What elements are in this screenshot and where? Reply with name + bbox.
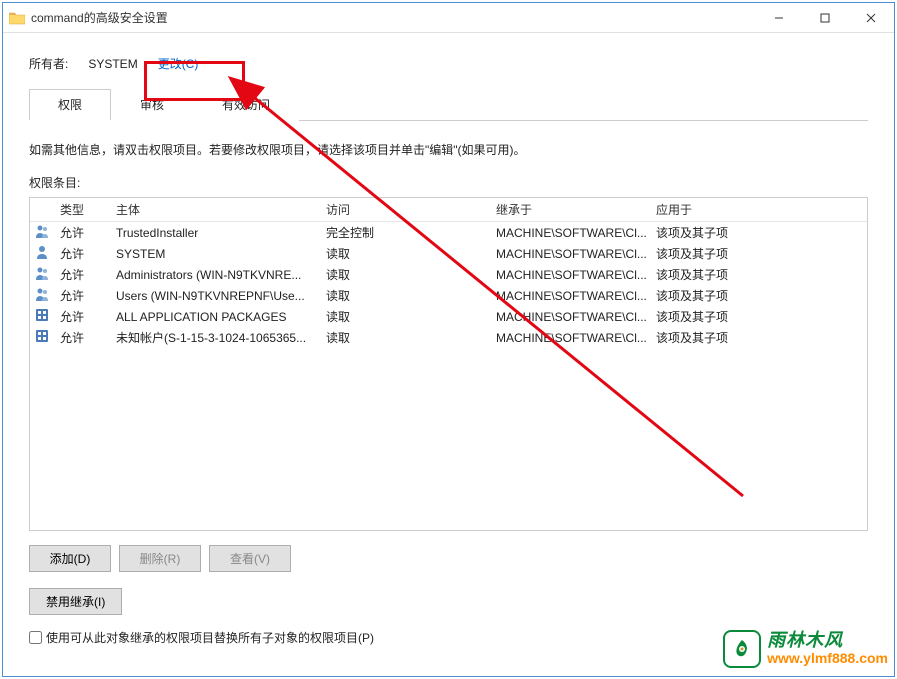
change-owner-link[interactable]: 更改(C) <box>158 55 199 72</box>
principal-icon <box>30 328 54 347</box>
minimize-button[interactable] <box>756 3 802 32</box>
cell-inherited-from: MACHINE\SOFTWARE\Cl... <box>490 310 650 324</box>
view-button[interactable]: 查看(V) <box>209 545 291 572</box>
cell-inherited-from: MACHINE\SOFTWARE\Cl... <box>490 247 650 261</box>
permission-table: 类型 主体 访问 继承于 应用于 允许TrustedInstaller完全控制M… <box>29 197 868 531</box>
replace-children-label: 使用可从此对象继承的权限项目替换所有子对象的权限项目(P) <box>46 629 374 646</box>
col-applies-to[interactable]: 应用于 <box>650 201 810 218</box>
window-controls <box>756 3 894 32</box>
cell-inherited-from: MACHINE\SOFTWARE\Cl... <box>490 331 650 345</box>
cell-inherited-from: MACHINE\SOFTWARE\Cl... <box>490 226 650 240</box>
titlebar: command的高级安全设置 <box>3 3 894 33</box>
info-text: 如需其他信息，请双击权限项目。若要修改权限项目，请选择该项目并单击"编辑"(如果… <box>29 141 868 160</box>
principal-icon <box>30 244 54 263</box>
maximize-button[interactable] <box>802 3 848 32</box>
tab-effective-access[interactable]: 有效访问 <box>193 89 299 121</box>
table-row[interactable]: 允许Users (WIN-N9TKVNREPNF\Use...读取MACHINE… <box>30 285 867 306</box>
remove-button[interactable]: 删除(R) <box>119 545 201 572</box>
principal-icon <box>30 265 54 284</box>
security-settings-window: command的高级安全设置 所有者: SYSTEM 更改(C) 权限 审核 有… <box>2 2 895 677</box>
watermark: 雨林木风 www.ylmf888.com <box>723 630 888 668</box>
principal-icon <box>30 223 54 242</box>
disable-inheritance-button[interactable]: 禁用继承(I) <box>29 588 122 615</box>
col-principal[interactable]: 主体 <box>110 201 320 218</box>
cell-applies-to: 该项及其子项 <box>650 308 810 325</box>
cell-principal: 未知帐户(S-1-15-3-1024-1065365... <box>110 329 320 346</box>
cell-access: 读取 <box>320 308 490 325</box>
table-header: 类型 主体 访问 继承于 应用于 <box>30 198 867 222</box>
watermark-brand: 雨林木风 <box>767 631 888 651</box>
principal-icon <box>30 307 54 326</box>
table-row[interactable]: 允许TrustedInstaller完全控制MACHINE\SOFTWARE\C… <box>30 222 867 243</box>
owner-value: SYSTEM <box>88 57 137 71</box>
cell-applies-to: 该项及其子项 <box>650 224 810 241</box>
window-title: command的高级安全设置 <box>31 9 756 26</box>
tab-auditing[interactable]: 审核 <box>111 89 193 121</box>
cell-principal: ALL APPLICATION PACKAGES <box>110 310 320 324</box>
cell-type: 允许 <box>54 287 110 304</box>
cell-type: 允许 <box>54 266 110 283</box>
table-row[interactable]: 允许ALL APPLICATION PACKAGES读取MACHINE\SOFT… <box>30 306 867 327</box>
tab-permissions[interactable]: 权限 <box>29 89 111 121</box>
col-type[interactable]: 类型 <box>54 201 110 218</box>
table-row[interactable]: 允许SYSTEM读取MACHINE\SOFTWARE\Cl...该项及其子项 <box>30 243 867 264</box>
cell-access: 读取 <box>320 266 490 283</box>
add-button[interactable]: 添加(D) <box>29 545 111 572</box>
principal-icon <box>30 286 54 305</box>
content-area: 所有者: SYSTEM 更改(C) 权限 审核 有效访问 如需其他信息，请双击权… <box>3 33 894 646</box>
cell-principal: TrustedInstaller <box>110 226 320 240</box>
watermark-logo-icon <box>723 630 761 668</box>
cell-access: 读取 <box>320 287 490 304</box>
owner-row: 所有者: SYSTEM 更改(C) <box>29 55 868 72</box>
tab-strip: 权限 审核 有效访问 <box>29 88 868 121</box>
action-button-row: 添加(D) 删除(R) 查看(V) <box>29 545 868 572</box>
cell-principal: Users (WIN-N9TKVNREPNF\Use... <box>110 289 320 303</box>
cell-applies-to: 该项及其子项 <box>650 245 810 262</box>
replace-children-checkbox[interactable] <box>29 631 42 644</box>
cell-inherited-from: MACHINE\SOFTWARE\Cl... <box>490 268 650 282</box>
table-row[interactable]: 允许Administrators (WIN-N9TKVNRE...读取MACHI… <box>30 264 867 285</box>
cell-access: 完全控制 <box>320 224 490 241</box>
close-button[interactable] <box>848 3 894 32</box>
folder-icon <box>9 11 25 25</box>
watermark-url: www.ylmf888.com <box>767 651 888 666</box>
cell-applies-to: 该项及其子项 <box>650 329 810 346</box>
inherit-row: 禁用继承(I) <box>29 588 868 615</box>
col-access[interactable]: 访问 <box>320 201 490 218</box>
permission-entries-label: 权限条目: <box>29 174 868 191</box>
cell-type: 允许 <box>54 329 110 346</box>
cell-applies-to: 该项及其子项 <box>650 287 810 304</box>
cell-inherited-from: MACHINE\SOFTWARE\Cl... <box>490 289 650 303</box>
cell-applies-to: 该项及其子项 <box>650 266 810 283</box>
cell-type: 允许 <box>54 308 110 325</box>
table-row[interactable]: 允许未知帐户(S-1-15-3-1024-1065365...读取MACHINE… <box>30 327 867 348</box>
cell-principal: Administrators (WIN-N9TKVNRE... <box>110 268 320 282</box>
watermark-text: 雨林木风 www.ylmf888.com <box>767 631 888 666</box>
col-inherited-from[interactable]: 继承于 <box>490 201 650 218</box>
cell-type: 允许 <box>54 245 110 262</box>
cell-principal: SYSTEM <box>110 247 320 261</box>
cell-access: 读取 <box>320 245 490 262</box>
cell-type: 允许 <box>54 224 110 241</box>
cell-access: 读取 <box>320 329 490 346</box>
owner-label: 所有者: <box>29 55 68 72</box>
table-body: 允许TrustedInstaller完全控制MACHINE\SOFTWARE\C… <box>30 222 867 348</box>
